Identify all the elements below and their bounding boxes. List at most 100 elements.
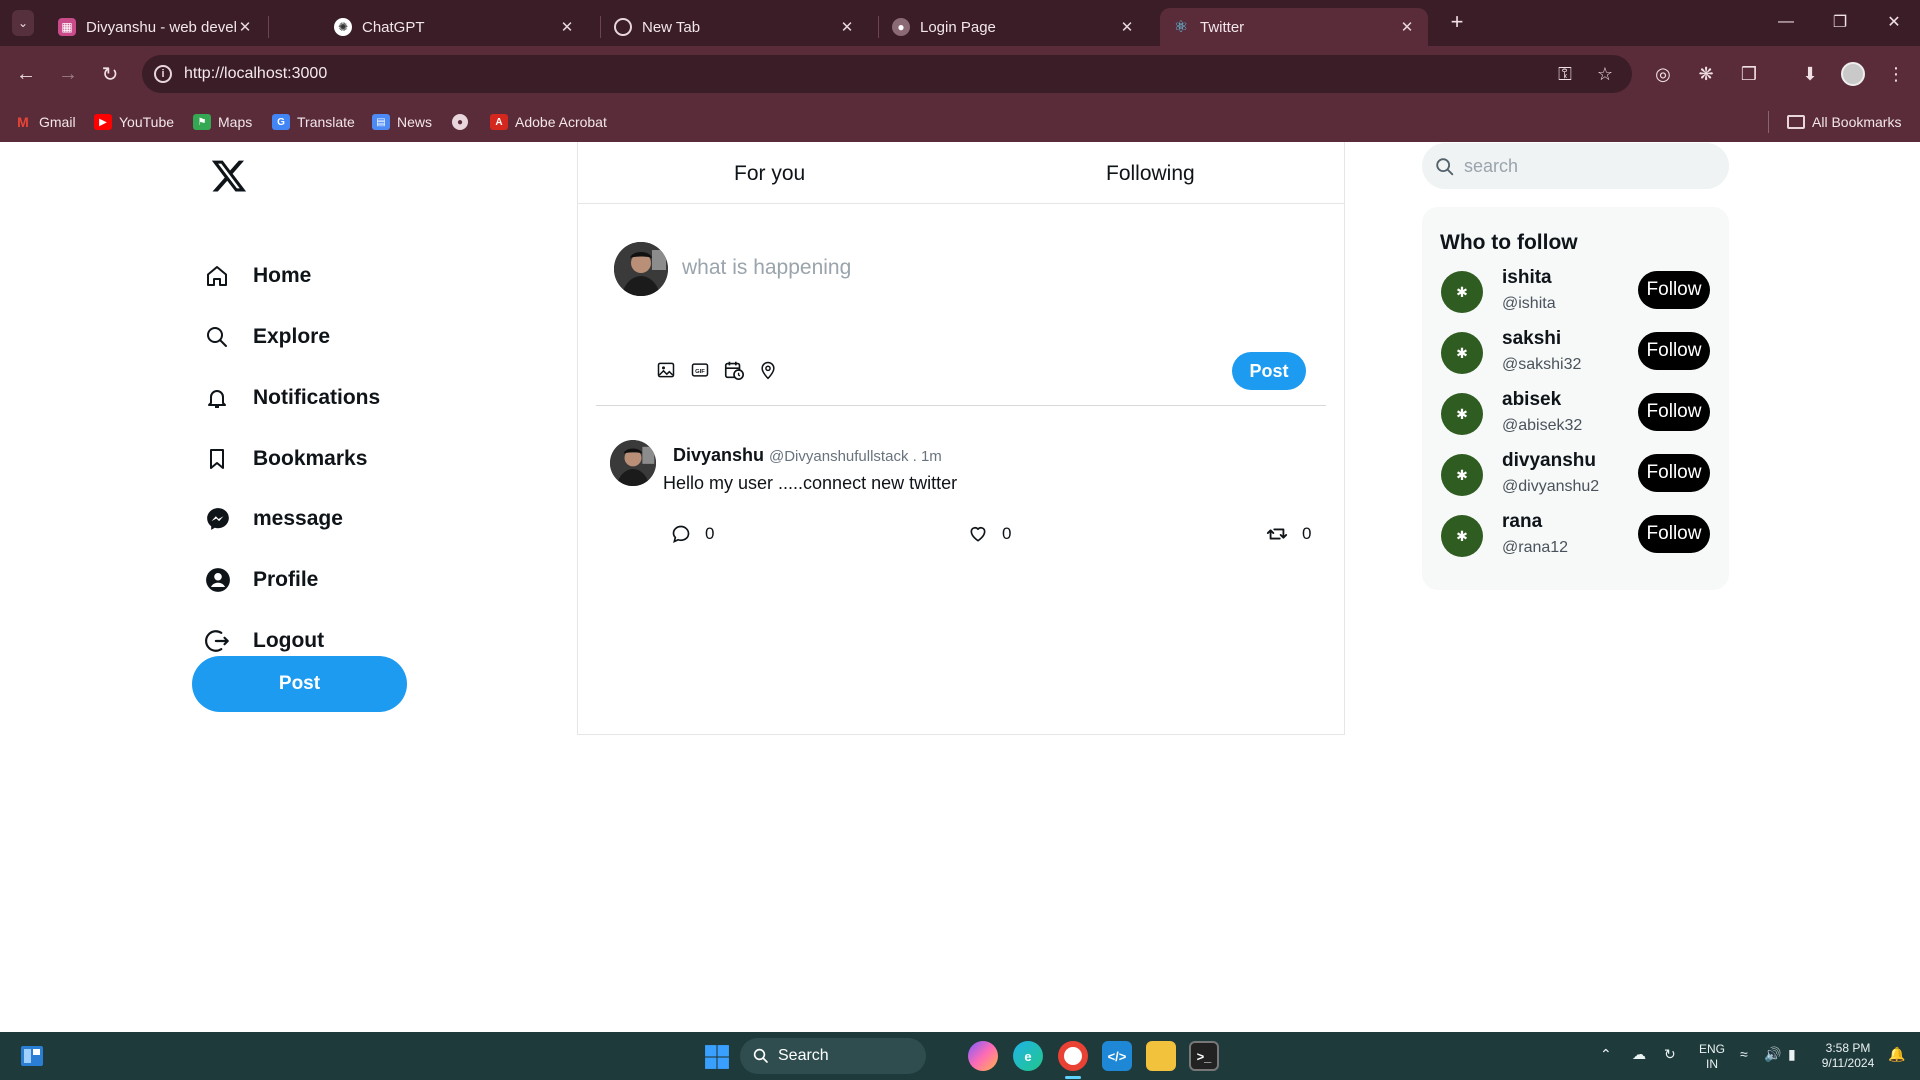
- user-name[interactable]: divyanshu: [1502, 450, 1596, 472]
- minimize-window-icon[interactable]: —: [1766, 8, 1806, 36]
- follow-button[interactable]: Follow: [1638, 332, 1710, 370]
- close-window-icon[interactable]: ✕: [1874, 8, 1914, 36]
- tab-search-chevron-icon[interactable]: ⌄: [12, 10, 34, 36]
- nav-message[interactable]: message: [205, 499, 343, 539]
- follow-suggestion: ✱ ishita @ishita Follow: [1422, 267, 1729, 323]
- bookmark-youtube[interactable]: ▶ YouTube: [94, 111, 174, 133]
- back-arrow-icon[interactable]: ←: [10, 58, 42, 90]
- close-tab-icon[interactable]: ✕: [558, 18, 576, 36]
- tab-chatgpt[interactable]: ✺ ChatGPT ✕: [322, 8, 588, 46]
- nav-profile[interactable]: Profile: [205, 560, 318, 600]
- sidebar-post-button[interactable]: Post: [192, 656, 407, 712]
- bookmark-news[interactable]: ▤ News: [372, 111, 432, 133]
- user-name[interactable]: ishita: [1502, 267, 1552, 289]
- image-icon[interactable]: [654, 358, 678, 382]
- nav-home[interactable]: Home: [205, 256, 311, 296]
- search-box[interactable]: search: [1422, 143, 1729, 189]
- nav-explore[interactable]: Explore: [205, 317, 330, 357]
- search-input[interactable]: search: [1464, 156, 1518, 177]
- close-tab-icon[interactable]: ✕: [1398, 18, 1416, 36]
- tab-divyanshu[interactable]: ▦ Divyanshu - web developer ✕: [46, 8, 266, 46]
- bookmark-adobe-acrobat[interactable]: A Adobe Acrobat: [490, 111, 607, 133]
- extension-target-icon[interactable]: ◎: [1649, 60, 1677, 88]
- retweet-button[interactable]: 0: [1266, 521, 1311, 547]
- tweet-author-name[interactable]: Divyanshu: [673, 445, 764, 466]
- user-name[interactable]: sakshi: [1502, 328, 1561, 350]
- user-avatar[interactable]: ✱: [1441, 515, 1483, 557]
- windows-start-icon[interactable]: [704, 1044, 730, 1070]
- wifi-icon[interactable]: ≈: [1740, 1046, 1748, 1062]
- bookmark-gmail[interactable]: M Gmail: [14, 111, 75, 133]
- acrobat-icon: A: [490, 114, 508, 130]
- reply-button[interactable]: 0: [671, 521, 714, 547]
- sync-icon[interactable]: ↻: [1664, 1046, 1676, 1063]
- clock[interactable]: 3:58 PM 9/11/2024: [1816, 1041, 1880, 1071]
- reload-icon[interactable]: ↻: [94, 58, 126, 90]
- user-avatar[interactable]: ✱: [1441, 454, 1483, 496]
- follow-button[interactable]: Follow: [1638, 271, 1710, 309]
- user-name[interactable]: rana: [1502, 511, 1542, 533]
- onedrive-cloud-icon[interactable]: ☁: [1632, 1046, 1646, 1063]
- show-hidden-icons-icon[interactable]: ⌃: [1600, 1046, 1612, 1063]
- close-tab-icon[interactable]: ✕: [838, 18, 856, 36]
- copilot-icon[interactable]: [968, 1041, 998, 1071]
- all-bookmarks-button[interactable]: All Bookmarks: [1787, 111, 1901, 133]
- user-avatar[interactable]: ✱: [1441, 332, 1483, 374]
- user-avatar[interactable]: ✱: [1441, 393, 1483, 435]
- forward-arrow-icon[interactable]: →: [52, 58, 84, 90]
- nav-notifications[interactable]: Notifications: [205, 378, 380, 418]
- more-menu-icon[interactable]: ⋮: [1882, 60, 1910, 88]
- close-tab-icon[interactable]: ✕: [236, 18, 254, 36]
- address-bar[interactable]: i http://localhost:3000 ⚿ ☆: [142, 55, 1632, 93]
- new-tab-button[interactable]: +: [1443, 8, 1471, 36]
- bookmark-translate[interactable]: G Translate: [272, 111, 355, 133]
- compose-post-button[interactable]: Post: [1232, 352, 1306, 390]
- language-indicator[interactable]: ENG IN: [1696, 1042, 1728, 1072]
- volume-icon[interactable]: 🔊: [1764, 1046, 1781, 1063]
- downloads-icon[interactable]: ⬇: [1796, 60, 1824, 88]
- user-name[interactable]: abisek: [1502, 389, 1561, 411]
- follow-button[interactable]: Follow: [1638, 454, 1710, 492]
- tab-new-tab[interactable]: New Tab ✕: [602, 8, 868, 46]
- battery-icon[interactable]: ▮: [1788, 1046, 1796, 1063]
- language-code: ENG: [1698, 1042, 1725, 1056]
- bookmark-maps[interactable]: ⚑ Maps: [193, 111, 252, 133]
- tab-login-page[interactable]: ● Login Page ✕: [880, 8, 1148, 46]
- close-tab-icon[interactable]: ✕: [1118, 18, 1136, 36]
- location-pin-icon[interactable]: [756, 358, 780, 382]
- tweet-avatar[interactable]: [610, 440, 656, 486]
- tweet-author-handle[interactable]: @Divyanshufullstack . 1m: [769, 448, 942, 465]
- password-key-icon[interactable]: ⚿: [1554, 63, 1576, 85]
- widgets-icon[interactable]: [20, 1044, 44, 1068]
- taskbar-search[interactable]: Search: [740, 1038, 926, 1074]
- edge-icon[interactable]: e: [1013, 1041, 1043, 1071]
- tab-for-you[interactable]: For you: [734, 162, 805, 186]
- tab-twitter[interactable]: ⚛ Twitter ✕: [1160, 8, 1428, 46]
- chrome-icon[interactable]: [1058, 1041, 1088, 1071]
- restore-window-icon[interactable]: ❐: [1820, 8, 1860, 36]
- site-info-icon[interactable]: i: [154, 65, 172, 83]
- file-explorer-icon[interactable]: [1146, 1041, 1176, 1071]
- nav-logout[interactable]: Logout: [205, 621, 324, 661]
- nav-bookmarks[interactable]: Bookmarks: [205, 439, 367, 479]
- vscode-icon[interactable]: </>: [1102, 1041, 1132, 1071]
- url-text[interactable]: http://localhost:3000: [184, 65, 327, 83]
- bookmark-star-icon[interactable]: ☆: [1594, 63, 1616, 85]
- composer-avatar: [614, 242, 668, 296]
- who-to-follow-panel: Who to follow ✱ ishita @ishita Follow ✱ …: [1422, 207, 1729, 590]
- tab-following[interactable]: Following: [1106, 162, 1195, 186]
- follow-button[interactable]: Follow: [1638, 393, 1710, 431]
- notifications-bell-icon[interactable]: 🔔: [1888, 1046, 1905, 1063]
- like-button[interactable]: 0: [968, 521, 1011, 547]
- user-avatar[interactable]: ✱: [1441, 271, 1483, 313]
- compose-input[interactable]: what is happening: [682, 256, 851, 280]
- x-logo-icon[interactable]: [210, 156, 248, 196]
- profile-avatar[interactable]: [1841, 62, 1865, 86]
- follow-button[interactable]: Follow: [1638, 515, 1710, 553]
- terminal-icon[interactable]: >_: [1189, 1041, 1219, 1071]
- extension-gear-icon[interactable]: ❋: [1692, 60, 1720, 88]
- schedule-icon[interactable]: [722, 358, 746, 382]
- gif-icon[interactable]: GIF: [688, 358, 712, 382]
- extensions-puzzle-icon[interactable]: ❒: [1735, 60, 1763, 88]
- bookmark-globe[interactable]: ●: [452, 111, 475, 133]
